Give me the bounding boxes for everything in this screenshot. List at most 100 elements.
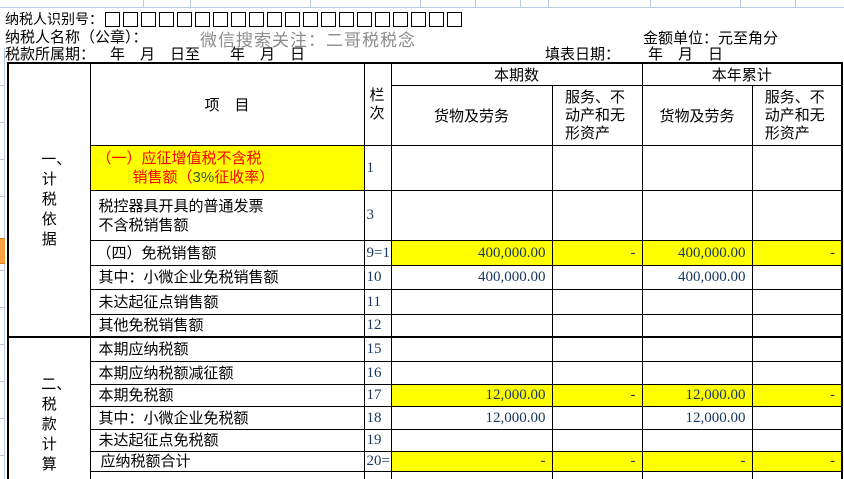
value-cell[interactable]	[552, 362, 642, 385]
item-cell: 未达起征点免税额	[90, 430, 364, 452]
id-checkbox[interactable]	[447, 12, 462, 27]
id-checkbox[interactable]	[303, 12, 318, 27]
value-cell[interactable]	[391, 191, 552, 241]
value-cell[interactable]	[391, 472, 552, 479]
value-cell[interactable]: -	[752, 452, 842, 472]
value-cell[interactable]: 12,000.00	[391, 407, 552, 430]
item-cell: 未达起征点销售额	[90, 290, 364, 315]
value-cell[interactable]	[642, 191, 752, 241]
value-cell[interactable]: 12,000.00	[642, 407, 752, 430]
line-no-cell: 16	[364, 362, 391, 385]
value-cell[interactable]	[642, 362, 752, 385]
value-cell[interactable]: 400,000.00	[391, 266, 552, 290]
line-no-cell: 11	[364, 290, 391, 315]
id-checkbox[interactable]	[285, 12, 300, 27]
header-services-assets-ytd: 服务、不动产和无形资产	[752, 86, 842, 146]
id-checkbox[interactable]	[375, 12, 390, 27]
value-cell[interactable]	[552, 472, 642, 479]
value-cell[interactable]	[391, 315, 552, 337]
table-row: 税控器具开具的普通发票 不含税销售额 3	[8, 191, 842, 241]
line-no-cell: 19	[364, 430, 391, 452]
value-cell[interactable]: 400,000.00	[642, 241, 752, 266]
value-cell[interactable]	[642, 472, 752, 479]
item-cell: 本期免税额	[90, 385, 364, 407]
id-checkbox[interactable]	[195, 12, 210, 27]
header-goods-services-current: 货物及劳务	[391, 86, 552, 146]
item-cell: 应纳税额合计	[90, 452, 364, 472]
value-cell[interactable]	[752, 430, 842, 452]
value-cell[interactable]: 400,000.00	[642, 266, 752, 290]
value-cell[interactable]	[552, 191, 642, 241]
value-cell[interactable]	[642, 146, 752, 191]
value-cell[interactable]	[391, 146, 552, 191]
value-cell[interactable]: -	[752, 385, 842, 407]
value-cell[interactable]	[552, 337, 642, 362]
table-row: 本期免税额 17 12,000.00 - 12,000.00 -	[8, 385, 842, 407]
value-cell[interactable]	[752, 472, 842, 479]
item-cell: 其中：小微企业免税销售额	[90, 266, 364, 290]
value-cell[interactable]	[391, 337, 552, 362]
id-checkbox[interactable]	[213, 12, 228, 27]
id-checkbox[interactable]	[357, 12, 372, 27]
value-cell[interactable]	[552, 430, 642, 452]
line-no-cell: 18	[364, 407, 391, 430]
value-cell[interactable]	[752, 407, 842, 430]
line-no-cell: 3	[364, 191, 391, 241]
value-cell[interactable]	[752, 290, 842, 315]
value-cell[interactable]	[642, 315, 752, 337]
item-cell	[90, 472, 364, 479]
value-cell[interactable]	[752, 315, 842, 337]
value-cell[interactable]	[552, 146, 642, 191]
item-cell: 本期应纳税额	[90, 337, 364, 362]
line-no-cell: 10	[364, 266, 391, 290]
value-cell[interactable]: -	[552, 452, 642, 472]
value-cell[interactable]	[552, 290, 642, 315]
value-cell[interactable]	[552, 315, 642, 337]
value-cell[interactable]	[391, 430, 552, 452]
value-cell[interactable]: -	[642, 452, 752, 472]
value-cell[interactable]	[642, 290, 752, 315]
id-checkbox[interactable]	[159, 12, 174, 27]
id-checkbox[interactable]	[267, 12, 282, 27]
value-cell[interactable]	[752, 362, 842, 385]
value-cell[interactable]	[391, 290, 552, 315]
table-row: （一）应征增值税不含税 销售额（3%征收率） 1	[8, 146, 842, 191]
value-cell[interactable]	[752, 191, 842, 241]
header-item: 项 目	[90, 63, 364, 146]
line-no-cell: 9=1	[364, 241, 391, 266]
value-cell[interactable]: -	[552, 385, 642, 407]
id-checkbox[interactable]	[105, 12, 120, 27]
value-cell[interactable]	[752, 266, 842, 290]
value-cell[interactable]	[552, 266, 642, 290]
value-cell[interactable]	[391, 362, 552, 385]
id-checkbox[interactable]	[339, 12, 354, 27]
header-services-assets-current: 服务、不动产和无形资产	[552, 86, 642, 146]
value-cell[interactable]: 400,000.00	[391, 241, 552, 266]
value-cell[interactable]: 12,000.00	[642, 385, 752, 407]
table-row-partial	[8, 472, 842, 479]
id-checkbox[interactable]	[123, 12, 138, 27]
id-checkbox[interactable]	[321, 12, 336, 27]
value-cell[interactable]: -	[391, 452, 552, 472]
table-row: 其中：小微企业免税销售额 10 400,000.00 400,000.00	[8, 266, 842, 290]
value-cell[interactable]	[642, 430, 752, 452]
value-cell[interactable]	[552, 407, 642, 430]
fill-date-label: 填表日期：	[545, 43, 620, 64]
value-cell[interactable]	[752, 337, 842, 362]
value-cell[interactable]: -	[752, 241, 842, 266]
line-no-cell: 15	[364, 337, 391, 362]
section-label-tax-basis: 一、计税依据	[8, 63, 90, 337]
id-checkbox[interactable]	[249, 12, 264, 27]
item-cell: 其他免税销售额	[90, 315, 364, 337]
id-checkbox[interactable]	[141, 12, 156, 27]
value-cell[interactable]: -	[552, 241, 642, 266]
id-checkbox[interactable]	[231, 12, 246, 27]
id-checkbox[interactable]	[411, 12, 426, 27]
id-checkbox[interactable]	[429, 12, 444, 27]
id-checkbox[interactable]	[393, 12, 408, 27]
id-checkbox[interactable]	[177, 12, 192, 27]
fill-date-value: 年 月 日	[648, 43, 723, 64]
value-cell[interactable]	[752, 146, 842, 191]
value-cell[interactable]	[642, 337, 752, 362]
value-cell[interactable]: 12,000.00	[391, 385, 552, 407]
